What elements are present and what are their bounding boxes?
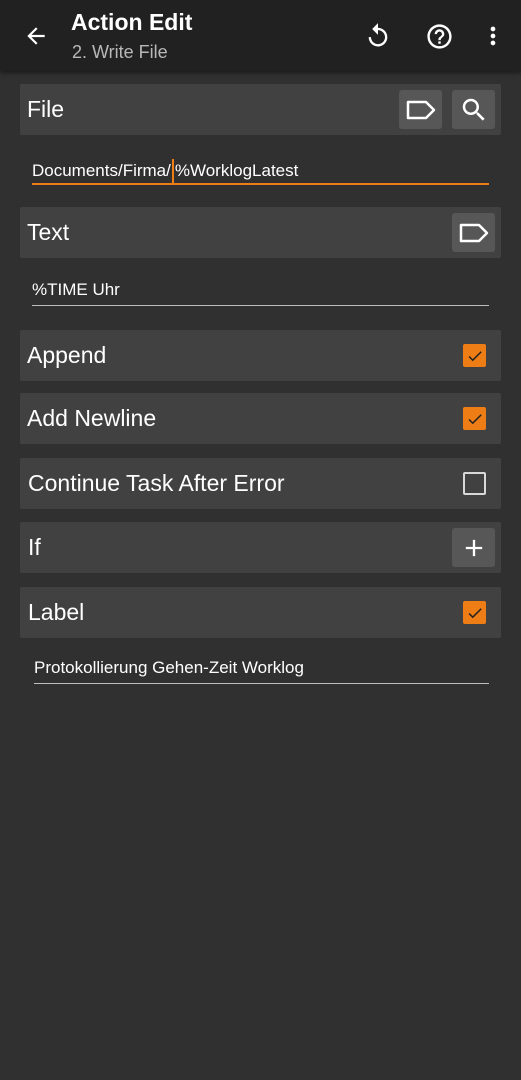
if-label: If bbox=[28, 534, 41, 560]
file-variable-button[interactable] bbox=[399, 90, 442, 129]
label-input[interactable]: Protokollierung Gehen-Zeit Worklog bbox=[34, 650, 489, 684]
plus-icon bbox=[465, 539, 482, 556]
page-subtitle: 2. Write File bbox=[72, 42, 168, 62]
label-label: Label bbox=[28, 599, 85, 625]
add-condition-button[interactable] bbox=[452, 528, 495, 567]
label-checkbox[interactable] bbox=[463, 601, 486, 624]
text-cursor bbox=[171, 159, 174, 183]
page-title: Action Edit bbox=[71, 9, 193, 35]
label-row[interactable]: Label bbox=[20, 587, 501, 638]
add-newline-checkbox[interactable] bbox=[463, 407, 486, 430]
text-section: Text bbox=[20, 207, 501, 258]
undo-button[interactable] bbox=[361, 19, 395, 53]
append-label: Append bbox=[27, 342, 107, 368]
add-newline-row[interactable]: Add Newline bbox=[20, 393, 501, 444]
append-checkbox[interactable] bbox=[463, 344, 486, 367]
check-icon bbox=[468, 607, 482, 618]
append-row[interactable]: Append bbox=[20, 330, 501, 381]
continue-after-error-label: Continue Task After Error bbox=[28, 470, 285, 496]
file-path-text-before: Documents/Firma/ bbox=[32, 161, 171, 180]
file-label: File bbox=[27, 96, 65, 122]
check-icon bbox=[468, 413, 482, 424]
help-button[interactable] bbox=[422, 19, 456, 53]
more-vert-icon bbox=[490, 26, 496, 46]
text-variable-button[interactable] bbox=[452, 213, 495, 252]
label-input-value: Protokollierung Gehen-Zeit Worklog bbox=[34, 658, 304, 677]
file-section: File bbox=[20, 84, 501, 135]
check-icon bbox=[468, 350, 482, 361]
app-bar: Action Edit 2. Write File bbox=[0, 0, 521, 71]
label-tag-icon bbox=[406, 100, 435, 119]
add-newline-label: Add Newline bbox=[27, 405, 157, 431]
file-path-input[interactable]: Documents/Firma/%WorklogLatest bbox=[32, 151, 489, 185]
label-tag-icon bbox=[459, 223, 488, 242]
search-icon bbox=[462, 98, 485, 121]
back-arrow-icon bbox=[27, 27, 45, 45]
continue-after-error-row[interactable]: Continue Task After Error bbox=[20, 458, 501, 509]
if-section: If bbox=[20, 522, 501, 573]
text-label: Text bbox=[27, 219, 70, 245]
file-path-text-after: %WorklogLatest bbox=[174, 161, 299, 180]
undo-icon bbox=[368, 23, 388, 47]
help-icon bbox=[426, 23, 452, 49]
back-button[interactable] bbox=[20, 20, 52, 52]
text-input-value: %TIME Uhr bbox=[32, 280, 120, 299]
file-browse-button[interactable] bbox=[452, 90, 495, 129]
more-options-button[interactable] bbox=[476, 19, 510, 53]
text-input[interactable]: %TIME Uhr bbox=[32, 272, 489, 306]
continue-after-error-checkbox[interactable] bbox=[463, 472, 486, 495]
